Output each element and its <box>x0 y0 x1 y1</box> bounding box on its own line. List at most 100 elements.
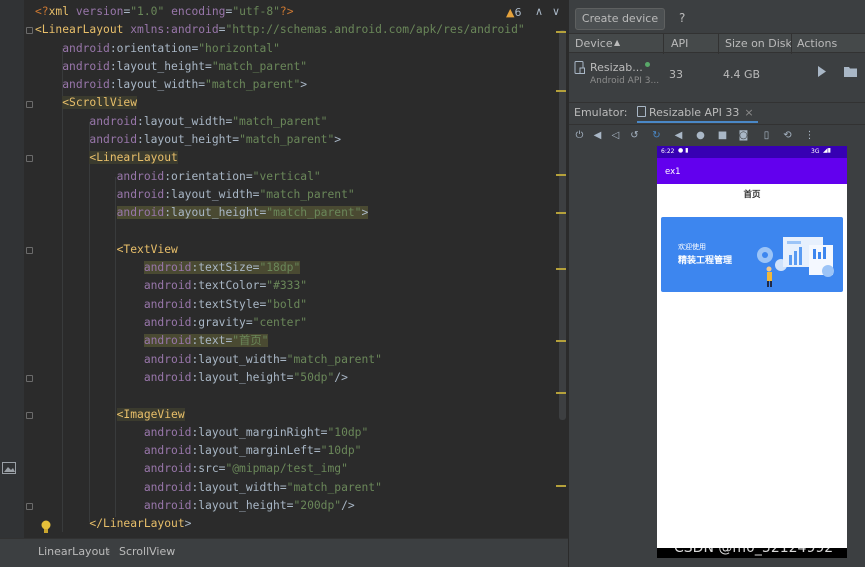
code-line[interactable]: <LinearLayout xmlns:android="http://sche… <box>35 21 525 39</box>
fold-marker-icon[interactable] <box>26 411 33 419</box>
code-editor[interactable]: <?xml version="1.0" encoding="utf-8"?> <L… <box>0 0 568 538</box>
fold-marker-icon[interactable] <box>26 27 33 35</box>
code-token: :orientation= <box>164 169 253 183</box>
code-line[interactable]: </LinearLayout> <box>35 515 525 533</box>
code-line[interactable]: android:layout_width="match_parent" <box>35 479 525 497</box>
rotate-left-icon[interactable]: ↺ <box>629 130 640 141</box>
code-line[interactable] <box>35 223 525 241</box>
code-line[interactable]: android:textColor="#333" <box>35 277 525 295</box>
help-icon[interactable]: ? <box>679 11 685 25</box>
code-line[interactable]: <?xml version="1.0" encoding="utf-8"?> <box>35 3 525 21</box>
folder-icon[interactable] <box>844 66 857 77</box>
code-line[interactable]: android:layout_width="match_parent"> <box>35 76 525 94</box>
fold-marker-icon[interactable] <box>26 246 33 254</box>
device-table-header: Device ▲ API Size on Disk Actions <box>569 33 865 54</box>
code-line[interactable]: android:gravity="center" <box>35 314 525 332</box>
code-token: android <box>62 59 110 73</box>
breadcrumb-item[interactable]: ScrollView <box>119 545 175 558</box>
home-icon[interactable]: ● <box>695 130 706 141</box>
fold-marker-icon[interactable] <box>26 155 33 163</box>
snapshot-icon[interactable]: ⟲ <box>782 130 793 141</box>
device-icon <box>574 61 585 74</box>
device-api-sub: Android API 3... <box>590 76 660 86</box>
signal-battery-icons: ◢▮ <box>823 147 831 154</box>
code-line[interactable]: android:src="@mipmap/test_img" <box>35 460 525 478</box>
breadcrumb-item[interactable]: LinearLayout <box>38 545 110 558</box>
code-token: :layout_height= <box>109 59 212 73</box>
code-line[interactable]: android:layout_width="match_parent" <box>35 113 525 131</box>
device-row[interactable]: Resizab... Android API 3... 33 4.4 GB <box>569 54 865 96</box>
code-line[interactable]: android:textSize="18dp" <box>35 259 525 277</box>
code-line[interactable]: <LinearLayout <box>35 149 525 167</box>
scroll-mark <box>556 340 566 342</box>
volume-up-icon[interactable]: ◀ <box>592 130 603 141</box>
play-icon[interactable] <box>817 66 827 77</box>
code-line[interactable]: android:textStyle="bold" <box>35 296 525 314</box>
image-preview-icon[interactable] <box>2 462 16 474</box>
emulator-tab[interactable]: Resizable API 33 × <box>637 104 758 123</box>
code-line[interactable] <box>35 387 525 405</box>
code-line[interactable]: android:layout_height="match_parent"> <box>35 204 525 222</box>
code-token: "18dp" <box>259 261 301 275</box>
zoom-icon[interactable]: ▯ <box>761 130 772 141</box>
column-api[interactable]: API <box>671 37 688 50</box>
code-line[interactable]: android:layout_width="match_parent" <box>35 351 525 369</box>
column-device[interactable]: Device <box>575 37 613 50</box>
editor-scrollbar[interactable] <box>559 30 566 420</box>
code-line[interactable]: android:layout_marginLeft="10dp" <box>35 442 525 460</box>
code-token: android <box>62 78 110 92</box>
code-line[interactable]: android:orientation="vertical" <box>35 168 525 186</box>
code-line[interactable]: android:layout_height="200dp"/> <box>35 497 525 515</box>
power-icon[interactable]: ⏻ <box>574 130 585 141</box>
code-token: <LinearLayout <box>89 151 178 165</box>
code-token: > <box>361 206 369 220</box>
fold-marker-icon[interactable] <box>26 375 33 382</box>
fold-marker-icon[interactable] <box>26 100 33 108</box>
fold-marker-icon[interactable] <box>26 503 33 511</box>
code-token: android <box>143 370 192 384</box>
phone-screen[interactable]: 6:22 ● ▮ 3G ◢▮ ex1 首页 欢迎使用 精装工程管理 <box>657 146 847 558</box>
code-line[interactable]: android:orientation="horizontal" <box>35 40 525 58</box>
code-lines[interactable]: <?xml version="1.0" encoding="utf-8"?> <L… <box>35 3 525 534</box>
code-line[interactable]: <ImageView <box>35 406 525 424</box>
device-name: Resizab... <box>590 61 643 74</box>
code-line[interactable]: <ScrollView <box>35 94 525 112</box>
code-line[interactable]: <TextView <box>35 241 525 259</box>
code-token: :src= <box>191 462 226 476</box>
prev-warning-icon[interactable]: ∧ <box>535 5 543 18</box>
code-token: ?> <box>279 5 294 18</box>
code-token: android <box>143 261 192 275</box>
code-token: android <box>116 187 165 201</box>
more-options-icon[interactable]: ⋮ <box>804 130 815 141</box>
code-token: "center" <box>252 316 308 330</box>
code-token: :layout_width= <box>191 352 287 366</box>
volume-down-icon[interactable]: ◁ <box>610 130 621 141</box>
rotate-right-icon[interactable]: ↻ <box>651 130 662 141</box>
back-icon[interactable]: ◀ <box>673 130 684 141</box>
column-actions[interactable]: Actions <box>797 37 837 50</box>
code-line[interactable]: android:layout_height="50dp"/> <box>35 369 525 387</box>
next-warning-icon[interactable]: ∨ <box>552 5 560 18</box>
code-line[interactable]: android:layout_width="match_parent" <box>35 186 525 204</box>
code-token: "match_parent" <box>232 114 328 128</box>
overview-icon[interactable]: ■ <box>717 130 728 141</box>
code-line[interactable]: android:layout_height="match_parent" <box>35 58 525 76</box>
column-size[interactable]: Size on Disk <box>725 37 792 50</box>
code-line[interactable]: android:layout_marginRight="10dp" <box>35 424 525 442</box>
camera-icon[interactable]: ◙ <box>738 130 749 141</box>
close-icon[interactable]: × <box>744 106 753 119</box>
code-line[interactable]: android:layout_height="match_parent"> <box>35 131 525 149</box>
code-token: :layout_marginLeft= <box>191 444 321 458</box>
create-device-button[interactable]: Create device <box>575 8 665 30</box>
code-token: android <box>116 169 165 183</box>
warning-indicator[interactable]: ▲6 <box>506 6 521 19</box>
lightbulb-icon[interactable] <box>40 520 52 534</box>
code-line[interactable]: android:text="首页" <box>35 332 525 350</box>
